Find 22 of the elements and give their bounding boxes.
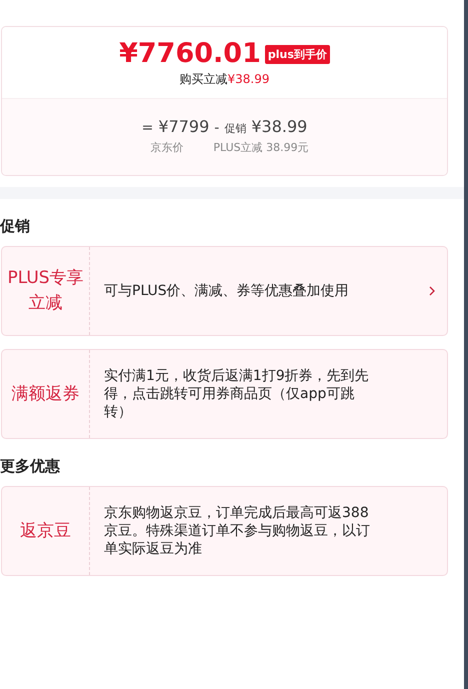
promo-caption: PLUS立减 38.99元 <box>213 140 309 155</box>
promo-card[interactable]: PLUS专享立减 可与PLUS价、满减、券等优惠叠加使用 <box>1 246 448 336</box>
promo-tag: 满额返券 <box>2 350 90 438</box>
promo-text: 京东购物返京豆，订单完成后最高可返388京豆。特殊渠道订单不参与购物返豆，以订单实际返豆为准 <box>104 504 371 558</box>
base-price: ¥7799 <box>158 117 210 136</box>
minus-sign: - <box>214 120 220 136</box>
saving-label: 购买立减 <box>180 72 228 86</box>
promo-card[interactable]: 返京豆 京东购物返京豆，订单完成后最高可返388京豆。特殊渠道订单不参与购物返豆，以订单实际返豆为准 <box>1 486 448 576</box>
promo-text: 实付满1元，收货后返满1打9折券，先到先得，点击跳转可用券商品页（仅app可跳转） <box>104 367 370 421</box>
promo-label: 促销 <box>224 121 246 136</box>
promo-amount: ¥38.99 <box>251 117 308 136</box>
saving-amount: ¥38.99 <box>228 72 270 86</box>
promo-card[interactable]: 满额返券 实付满1元，收货后返满1打9折券，先到先得，点击跳转可用券商品页（仅app可跳转） <box>1 349 448 439</box>
section-title: 更多优惠 <box>0 456 61 476</box>
price-badge: plus到手价 <box>264 44 330 64</box>
equals-sign: = <box>142 120 154 136</box>
chevron-right-icon[interactable] <box>429 286 435 296</box>
promo-tag: PLUS专享立减 <box>2 247 90 335</box>
promo-text: 可与PLUS价、满减、券等优惠叠加使用 <box>104 282 350 300</box>
base-caption: 京东价 <box>150 140 184 155</box>
promo-tag: 返京豆 <box>2 487 90 575</box>
final-price: ¥7760.01 <box>119 39 261 69</box>
